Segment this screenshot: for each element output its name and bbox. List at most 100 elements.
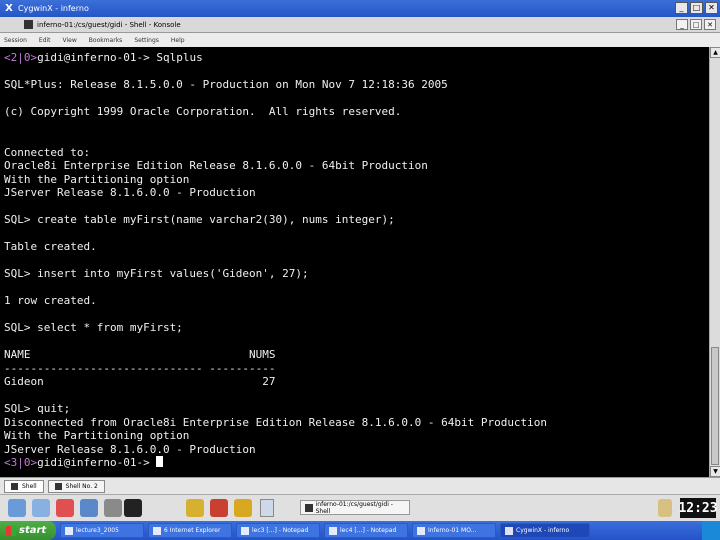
terminal-output[interactable]: <2|0>gidi@inferno-01-> Sqlplus SQL*Plus: …	[0, 47, 709, 477]
taskbar-item[interactable]: lecture3_2005	[60, 523, 144, 538]
terminal-line: SQL> select * from myFirst;	[4, 321, 709, 335]
terminal-line-text: JServer Release 8.1.6.0.0 - Production	[4, 186, 256, 199]
taskbar-item[interactable]: lec3 [...] - Notepad	[236, 523, 320, 538]
terminal-line: NAME NUMS	[4, 348, 709, 362]
window-titlebar[interactable]: X CygwinX - inferno _ □ ✕	[0, 0, 720, 17]
start-label: start	[19, 525, 47, 536]
terminal-line-text: Oracle8i Enterprise Edition Release 8.1.…	[4, 159, 428, 172]
menu-bookmarks[interactable]: Bookmarks	[89, 37, 123, 44]
windows-flag-icon	[6, 525, 16, 536]
editor-icon[interactable]	[186, 499, 204, 517]
terminal-line-text: SQL> create table myFirst(name varchar2(…	[4, 213, 395, 226]
scroll-up-icon[interactable]: ▲	[710, 47, 720, 58]
maximize-button[interactable]: □	[690, 2, 703, 14]
close-button[interactable]: ✕	[705, 2, 718, 14]
konsole-task-icon	[305, 503, 313, 512]
help-icon[interactable]	[56, 499, 74, 517]
terminal-line-text: Table created.	[4, 240, 97, 253]
taskbar-item-label: CygwinX - inferno	[516, 527, 570, 534]
tools-icon[interactable]	[104, 499, 122, 517]
terminal-line: With the Partitioning option	[4, 173, 709, 187]
window-controls: _ □ ✕	[675, 2, 718, 14]
terminal-line: Disconnected from Oracle8i Enterprise Ed…	[4, 416, 709, 430]
terminal-line: 1 row created.	[4, 294, 709, 308]
terminal-line: SQL> insert into myFirst values('Gideon'…	[4, 267, 709, 281]
panel-task-konsole[interactable]: inferno-01:/cs/guest/gidi - Shell	[300, 500, 410, 515]
terminal-line-text: JServer Release 8.1.6.0.0 - Production	[4, 442, 256, 456]
terminal-line-text: 1 row created.	[4, 294, 97, 307]
window-icon	[417, 526, 425, 535]
terminal-line-text: SQL> insert into myFirst values('Gideon'…	[4, 267, 309, 280]
kde-menu-icon[interactable]	[8, 499, 26, 517]
desktop-icon[interactable]	[32, 499, 50, 517]
terminal-line-text: Disconnected from Oracle8i Enterprise Ed…	[4, 415, 548, 429]
terminal-line: Table created.	[4, 240, 709, 254]
minimize-button[interactable]: _	[675, 2, 688, 14]
terminal-line-text: SQL> select * from myFirst;	[4, 321, 183, 334]
window-title: CygwinX - inferno	[18, 4, 89, 13]
terminal-icon[interactable]	[124, 499, 142, 517]
terminal-line-text: (c) Copyright 1999 Oracle Corporation. A…	[4, 105, 402, 118]
taskbar-item[interactable]: lec4 [...] - Notepad	[324, 523, 408, 538]
panel-task-label: inferno-01:/cs/guest/gidi - Shell	[315, 500, 393, 515]
konsole-titlebar[interactable]: inferno-01:/cs/guest/gidi - Shell - Kons…	[0, 17, 720, 33]
terminal-line: SQL> create table myFirst(name varchar2(…	[4, 213, 709, 227]
terminal-line: Gideon 27	[4, 375, 709, 389]
terminal-line-text: SQL> quit;	[4, 402, 71, 415]
windows-taskbar: start lecture3_2005 6 Internet Explorer …	[0, 521, 720, 540]
menu-view[interactable]: View	[63, 37, 77, 44]
shell-icon	[11, 482, 18, 490]
tab-label: Shell No. 2	[65, 482, 98, 490]
scroll-down-icon[interactable]: ▼	[710, 466, 720, 477]
tab-label: Shell	[22, 482, 37, 490]
terminal-line-text: With the Partitioning option	[4, 429, 190, 442]
terminal-line: SQL> quit;	[4, 402, 709, 416]
kde-panel: inferno-01:/cs/guest/gidi - Shell 12:23	[0, 494, 720, 521]
browser-icon[interactable]	[210, 499, 228, 517]
text-cursor	[156, 456, 164, 467]
konsole-close-button[interactable]: ✕	[704, 19, 716, 30]
terminal-line: <3|0>gidi@inferno-01->	[4, 456, 709, 470]
x-icon	[505, 526, 513, 535]
terminal-line: Oracle8i Enterprise Edition Release 8.1.…	[4, 159, 709, 173]
terminal-line: JServer Release 8.1.6.0.0 - Production	[4, 186, 709, 200]
terminal-line: ------------------------------ ---------…	[4, 362, 709, 376]
tab-shell[interactable]: Shell	[4, 479, 44, 493]
home-icon[interactable]	[80, 499, 98, 517]
scroll-thumb[interactable]	[711, 347, 719, 465]
konsole-minimize-button[interactable]: _	[676, 19, 688, 30]
terminal-line-text: ------------------------------ ---------…	[4, 361, 276, 375]
notepad-icon	[329, 526, 337, 535]
konsole-maximize-button[interactable]: □	[690, 19, 702, 30]
taskbar-item-label: lec3 [...] - Notepad	[252, 527, 309, 534]
terminal-line: <2|0>gidi@inferno-01-> Sqlplus	[4, 51, 709, 65]
terminal-line: JServer Release 8.1.6.0.0 - Production	[4, 443, 709, 457]
clipboard-icon[interactable]	[658, 499, 672, 517]
vertical-scrollbar[interactable]: ▲ ▼	[709, 47, 720, 477]
terminal-line-text: SQL*Plus: Release 8.1.5.0.0 - Production…	[4, 78, 448, 91]
menu-edit[interactable]: Edit	[39, 37, 51, 44]
taskbar-item[interactable]: CygwinX - inferno	[500, 523, 590, 538]
ie-icon	[153, 526, 161, 535]
session-tabbar: Shell Shell No. 2	[0, 477, 720, 494]
terminal-line-text: gidi@inferno-01-> Sqlplus	[37, 51, 203, 64]
tab-shell-2[interactable]: Shell No. 2	[47, 479, 105, 493]
menu-settings[interactable]: Settings	[134, 37, 159, 44]
terminal-line-text: NAME NUMS	[4, 348, 276, 361]
folder-icon[interactable]	[234, 499, 252, 517]
start-button[interactable]: start	[0, 521, 56, 540]
taskbar-item[interactable]: Inferno-01 MO...	[412, 523, 496, 538]
menu-session[interactable]: Session	[4, 37, 27, 44]
shell-icon	[54, 482, 62, 490]
taskbar-item[interactable]: 6 Internet Explorer	[148, 523, 232, 538]
menu-help[interactable]: Help	[171, 37, 185, 44]
notepad-icon	[241, 526, 249, 535]
desktop-pager[interactable]	[260, 499, 274, 517]
